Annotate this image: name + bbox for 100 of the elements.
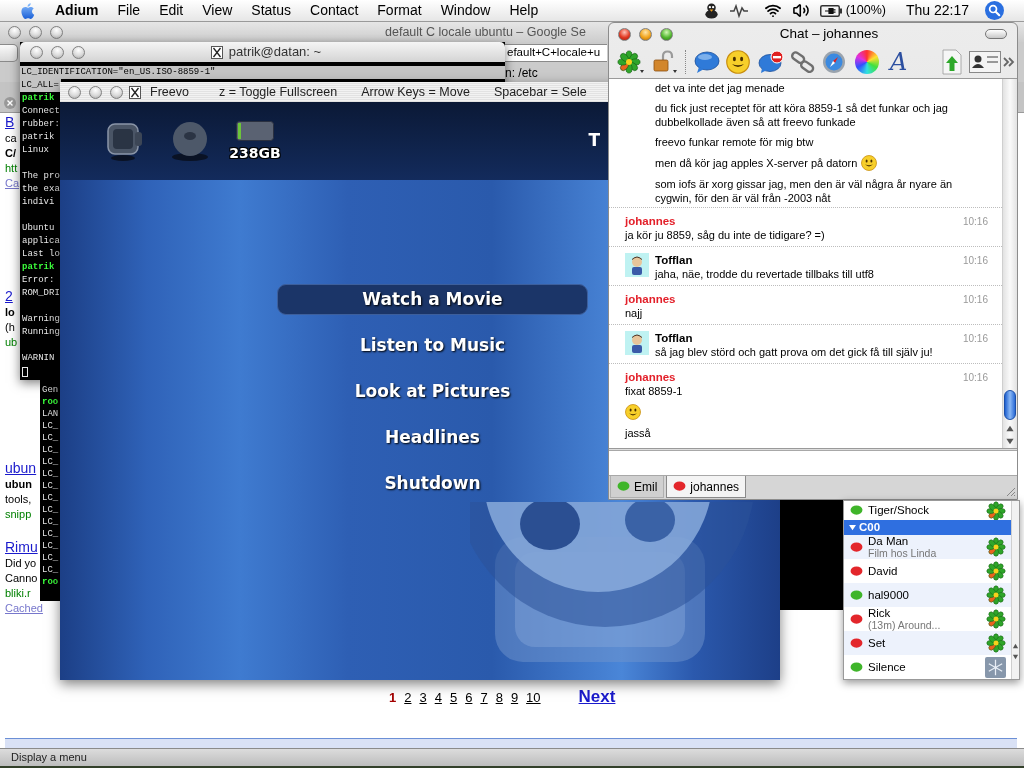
- result-url: snipp: [5, 507, 32, 522]
- chevrons-icon[interactable]: [1003, 55, 1016, 68]
- page-link[interactable]: 1: [389, 688, 397, 708]
- speech-bubble-icon[interactable]: [694, 49, 720, 74]
- zoom-button[interactable]: [72, 45, 85, 59]
- page-link[interactable]: 2: [404, 688, 412, 708]
- timestamp: 10:16: [962, 214, 988, 229]
- result-title-link[interactable]: B: [5, 113, 15, 131]
- toolbar-button[interactable]: [0, 44, 18, 62]
- buddy-list-item[interactable]: Silence: [844, 655, 1011, 679]
- menu-item[interactable]: Status: [251, 0, 292, 21]
- zoom-button[interactable]: [50, 25, 63, 39]
- padlock-icon[interactable]: [650, 49, 678, 74]
- terminal-prompt: roo: [42, 396, 59, 408]
- terminal-prompt: roo: [42, 576, 59, 588]
- close-button[interactable]: [618, 27, 631, 41]
- next-link[interactable]: Next: [578, 684, 616, 710]
- scroll-down-button[interactable]: [1012, 653, 1019, 661]
- menu-item[interactable]: Format: [377, 0, 422, 21]
- menu-item[interactable]: View: [202, 0, 233, 21]
- page-link[interactable]: 10: [526, 688, 541, 708]
- search-icon[interactable]: [985, 1, 1004, 20]
- contact-card-icon[interactable]: [969, 50, 1002, 73]
- menu-item[interactable]: Help: [509, 0, 539, 21]
- app-menu[interactable]: Adium: [55, 0, 99, 21]
- bookmark-label[interactable]: n: /etc: [505, 64, 538, 82]
- chat-tab[interactable]: johannes: [666, 476, 747, 498]
- scroll-up-button[interactable]: [1005, 424, 1015, 433]
- flower-icon: [986, 585, 1006, 605]
- blocked-bubble-icon[interactable]: [758, 49, 784, 74]
- buddy-name: Da Man: [868, 535, 909, 548]
- message-text: freevo funkar remote för mig btw: [655, 135, 814, 149]
- terminal-output: LC_: [42, 456, 59, 468]
- menu-item[interactable]: Contact: [310, 0, 359, 21]
- menu-item[interactable]: Window: [440, 0, 491, 21]
- clock[interactable]: Thu 22:17: [905, 0, 969, 21]
- group-header[interactable]: C00: [844, 520, 1011, 535]
- page-link[interactable]: 5: [449, 688, 458, 708]
- resize-grip-icon[interactable]: [1004, 485, 1016, 497]
- terminal-output: LC_: [42, 432, 59, 444]
- wifi-icon[interactable]: [763, 2, 782, 19]
- minimize-button[interactable]: [29, 25, 42, 39]
- result-title-link[interactable]: ubun: [5, 459, 37, 477]
- buddy-name: Rick: [868, 607, 891, 620]
- terminal-output: Running: [22, 326, 60, 339]
- result-title-link[interactable]: Rimu: [5, 538, 38, 556]
- menu-item[interactable]: Edit: [159, 0, 184, 21]
- smiley-icon: [625, 404, 641, 420]
- flower-icon: [986, 633, 1006, 653]
- minimize-button[interactable]: [639, 27, 652, 41]
- color-wheel-icon[interactable]: [855, 49, 879, 74]
- cached-link[interactable]: Cached: [5, 601, 43, 616]
- buddy-list-item[interactable]: Da Man Film hos Linda: [844, 535, 1011, 559]
- activity-icon[interactable]: [729, 3, 748, 18]
- address-field[interactable]: efault+C+locale+u: [505, 44, 607, 62]
- page-link[interactable]: 4: [434, 688, 442, 708]
- zoom-button[interactable]: [660, 27, 673, 41]
- buddy-list-item[interactable]: Tiger/Shock: [844, 501, 1011, 520]
- minimize-button[interactable]: [89, 85, 102, 99]
- message-input[interactable]: [609, 450, 1017, 476]
- page-link[interactable]: 3: [419, 688, 427, 708]
- scroll-down-button[interactable]: [1005, 437, 1015, 446]
- flower-menu-button[interactable]: [617, 49, 645, 74]
- bird-icon[interactable]: [702, 2, 720, 19]
- menu-option[interactable]: Headlines: [384, 422, 481, 453]
- terminal-output: rubber:: [22, 118, 60, 131]
- apple-logo-icon[interactable]: [20, 1, 35, 20]
- smiley-icon[interactable]: [726, 49, 750, 74]
- menu-item[interactable]: File: [117, 0, 141, 21]
- terminal-output: indivi: [22, 196, 55, 209]
- battery-plug-icon[interactable]: [819, 4, 842, 17]
- menu-option[interactable]: Listen to Music: [358, 330, 507, 361]
- tab-close-icon[interactable]: [4, 97, 16, 109]
- zoom-button[interactable]: [110, 85, 123, 99]
- menu-option[interactable]: Shutdown: [383, 468, 482, 499]
- toolbar-toggle-button[interactable]: [985, 29, 1007, 39]
- disclosure-triangle-icon[interactable]: [849, 524, 856, 531]
- page-link[interactable]: 6: [465, 688, 473, 708]
- buddy-list-item[interactable]: hal9000: [844, 583, 1011, 607]
- buddy-list-item[interactable]: Set: [844, 631, 1011, 655]
- terminal-output: Connect: [22, 105, 60, 118]
- cached-link[interactable]: Ca: [5, 176, 20, 191]
- battery-status[interactable]: (100%): [845, 1, 886, 20]
- minimize-button[interactable]: [51, 45, 64, 59]
- close-button[interactable]: [8, 25, 21, 39]
- page-link[interactable]: 8: [495, 688, 503, 708]
- close-button[interactable]: [68, 85, 81, 99]
- chain-link-icon[interactable]: [790, 49, 816, 74]
- close-button[interactable]: [30, 45, 43, 59]
- compass-icon[interactable]: [822, 49, 846, 74]
- chat-tab[interactable]: Emil: [610, 476, 665, 498]
- page-link[interactable]: 7: [480, 688, 488, 708]
- volume-icon[interactable]: [791, 2, 810, 19]
- upload-document-icon[interactable]: [941, 48, 964, 75]
- menu-option[interactable]: Watch a Movie: [277, 284, 588, 315]
- scroll-thumb[interactable]: [1004, 390, 1016, 420]
- page-link[interactable]: 9: [510, 688, 519, 708]
- font-button[interactable]: A: [890, 49, 908, 74]
- menu-option[interactable]: Look at Pictures: [353, 376, 512, 407]
- result-title-link[interactable]: 2: [5, 287, 13, 305]
